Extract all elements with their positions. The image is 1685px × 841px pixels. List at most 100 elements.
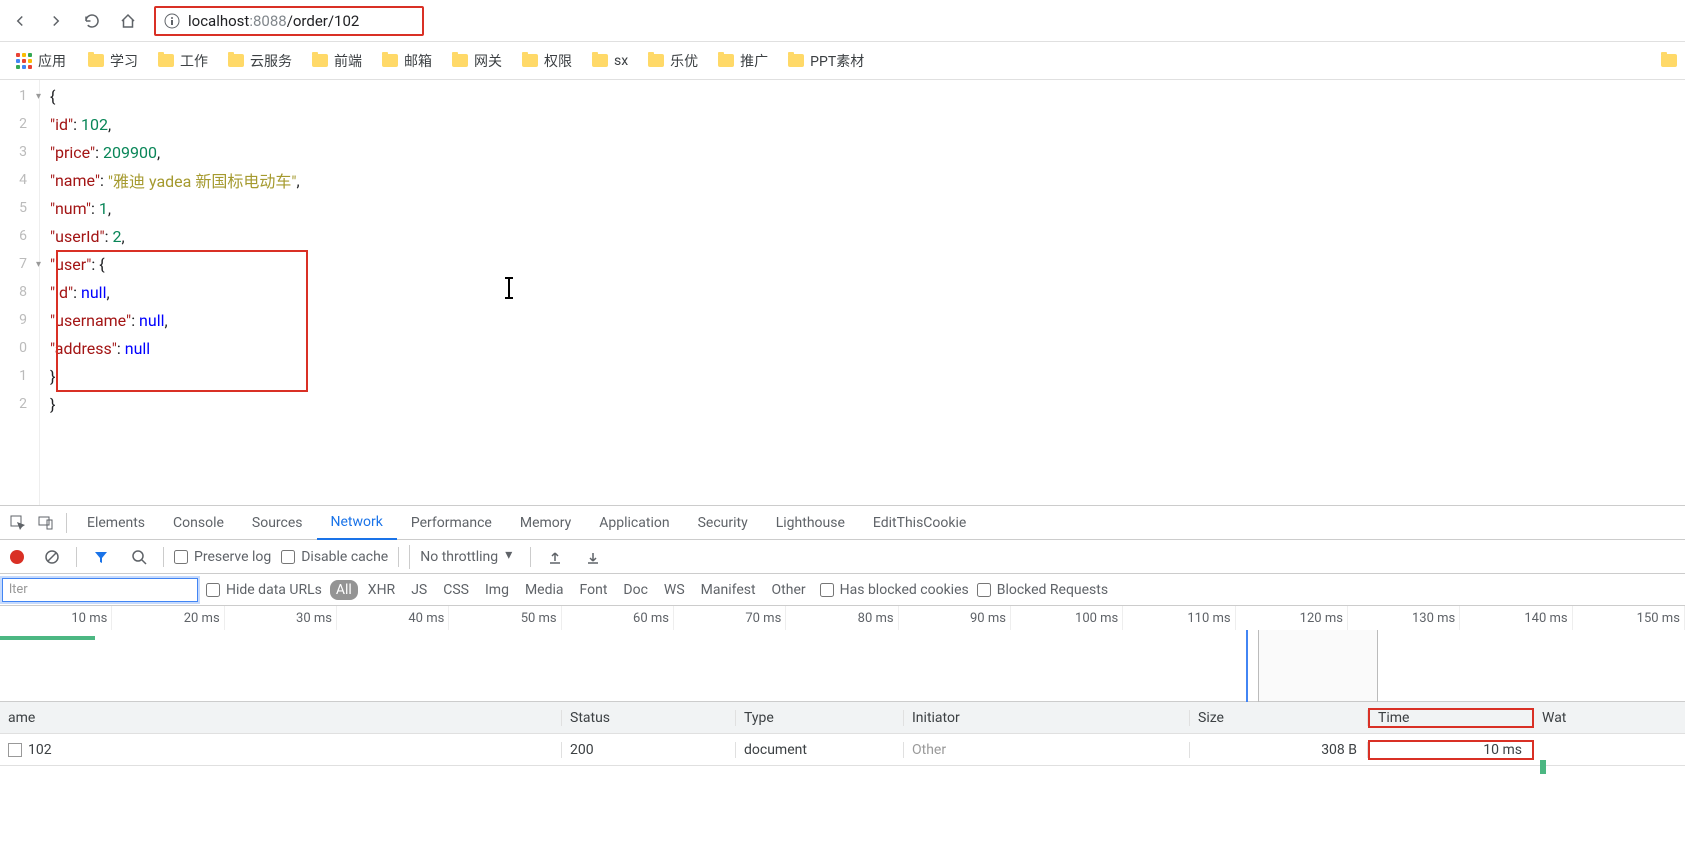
col-type[interactable]: Type (736, 710, 904, 726)
devtools-tab-elements[interactable]: Elements (73, 506, 159, 540)
bookmark-overflow-folder[interactable] (1661, 54, 1677, 67)
json-line[interactable]: "username": null, (50, 306, 300, 334)
forward-button[interactable] (42, 7, 70, 35)
json-line[interactable]: "name": "雅迪 yadea 新国标电动车", (50, 166, 300, 194)
folder-icon (648, 54, 664, 67)
filter-chip-css[interactable]: CSS (437, 580, 475, 600)
col-size[interactable]: Size (1190, 710, 1368, 726)
devtools-tab-console[interactable]: Console (159, 506, 238, 540)
col-status[interactable]: Status (562, 710, 736, 726)
download-har-button[interactable] (579, 543, 607, 571)
col-waterfall[interactable]: Wat (1534, 710, 1685, 726)
col-time[interactable]: Time (1368, 708, 1534, 728)
home-button[interactable] (114, 7, 142, 35)
filter-chip-js[interactable]: JS (405, 580, 433, 600)
bookmark-folder[interactable]: PPT素材 (778, 47, 874, 75)
inspect-button[interactable] (4, 509, 32, 537)
json-line[interactable]: "id": null, (50, 278, 300, 306)
text-cursor-icon (508, 278, 510, 298)
filter-chip-manifest[interactable]: Manifest (695, 580, 762, 600)
timeline-tick: 50 ms (449, 606, 561, 630)
timeline-selection (1258, 630, 1378, 702)
json-line[interactable]: "address": null (50, 334, 300, 362)
back-button[interactable] (6, 7, 34, 35)
timeline-tick: 150 ms (1573, 606, 1685, 630)
filter-chip-other[interactable]: Other (766, 580, 812, 600)
json-line[interactable]: "price": 209900, (50, 138, 300, 166)
bookmark-folder[interactable]: 前端 (302, 47, 372, 75)
disable-cache-checkbox[interactable]: Disable cache (281, 549, 388, 565)
filter-chip-xhr[interactable]: XHR (362, 580, 401, 600)
json-line[interactable]: "id": 102, (50, 110, 300, 138)
bookmark-folder[interactable]: 乐优 (638, 47, 708, 75)
json-content[interactable]: { "id": 102, "price": 209900, "name": "雅… (40, 80, 300, 505)
timeline-tick: 30 ms (225, 606, 337, 630)
bookmark-label: 工作 (180, 51, 208, 71)
device-mode-button[interactable] (32, 509, 60, 537)
url-host: localhost (188, 12, 249, 30)
apps-icon (16, 53, 32, 69)
filter-input[interactable] (2, 578, 198, 602)
bookmark-folder[interactable]: sx (582, 47, 638, 75)
gutter-line: 0 (0, 334, 39, 362)
devtools-tab-network[interactable]: Network (317, 506, 397, 540)
bookmark-folder[interactable]: 权限 (512, 47, 582, 75)
info-icon (164, 13, 180, 29)
bookmark-folder[interactable]: 网关 (442, 47, 512, 75)
apps-button[interactable]: 应用 (8, 47, 74, 75)
clear-button[interactable] (38, 543, 66, 571)
apps-label: 应用 (38, 51, 66, 71)
address-bar[interactable]: localhost:8088/order/102 (154, 6, 424, 36)
devtools-tab-application[interactable]: Application (585, 506, 683, 540)
json-line[interactable]: "num": 1, (50, 194, 300, 222)
search-button[interactable] (125, 543, 153, 571)
json-line[interactable]: } (50, 390, 300, 418)
blocked-requests-checkbox[interactable]: Blocked Requests (977, 582, 1108, 598)
devtools-tab-performance[interactable]: Performance (397, 506, 506, 540)
filter-chip-font[interactable]: Font (574, 580, 614, 600)
json-line[interactable]: "user": { (50, 250, 300, 278)
network-row[interactable]: 102 200 document Other 308 B 10 ms (0, 734, 1685, 766)
reload-button[interactable] (78, 7, 106, 35)
devtools-tab-editthiscookie[interactable]: EditThisCookie (859, 506, 980, 540)
gutter-line: 4 (0, 166, 39, 194)
timeline-tick: 100 ms (1011, 606, 1123, 630)
upload-har-button[interactable] (541, 543, 569, 571)
bookmark-folder[interactable]: 工作 (148, 47, 218, 75)
filter-chip-ws[interactable]: WS (658, 580, 691, 600)
hide-data-urls-checkbox[interactable]: Hide data URLs (206, 582, 322, 598)
preserve-log-checkbox[interactable]: Preserve log (174, 549, 271, 565)
bookmark-folder[interactable]: 学习 (78, 47, 148, 75)
browser-toolbar: localhost:8088/order/102 (0, 0, 1685, 42)
devtools-tab-lighthouse[interactable]: Lighthouse (762, 506, 859, 540)
has-blocked-cookies-checkbox[interactable]: Has blocked cookies (820, 582, 969, 598)
bookmark-folder[interactable]: 邮箱 (372, 47, 442, 75)
json-line[interactable]: { (50, 82, 300, 110)
gutter-line: 7▾ (0, 250, 39, 278)
col-name[interactable]: ame (0, 710, 562, 726)
filter-toggle-button[interactable] (87, 543, 115, 571)
throttling-select[interactable]: No throttling (409, 545, 520, 569)
record-button[interactable] (10, 550, 24, 564)
filter-chip-img[interactable]: Img (479, 580, 515, 600)
gutter-line: 5 (0, 194, 39, 222)
network-timeline[interactable]: 10 ms20 ms30 ms40 ms50 ms60 ms70 ms80 ms… (0, 606, 1685, 702)
url-port: :8088 (249, 12, 286, 30)
bookmark-label: PPT素材 (810, 51, 864, 71)
filter-chip-media[interactable]: Media (519, 580, 570, 600)
col-initiator[interactable]: Initiator (904, 710, 1190, 726)
json-line[interactable]: "userId": 2, (50, 222, 300, 250)
devtools-tab-security[interactable]: Security (684, 506, 762, 540)
json-line[interactable]: } (50, 362, 300, 390)
folder-icon (788, 54, 804, 67)
bookmark-folder[interactable]: 推广 (708, 47, 778, 75)
devtools-tab-sources[interactable]: Sources (238, 506, 317, 540)
devtools-tab-memory[interactable]: Memory (506, 506, 585, 540)
gutter-line: 1 (0, 362, 39, 390)
bookmark-folder[interactable]: 云服务 (218, 47, 302, 75)
filter-chip-doc[interactable]: Doc (617, 580, 654, 600)
waterfall-bar (1540, 760, 1546, 774)
filter-chip-all[interactable]: All (330, 580, 358, 600)
timeline-tick: 120 ms (1236, 606, 1348, 630)
devtools-panel: ElementsConsoleSourcesNetworkPerformance… (0, 505, 1685, 766)
